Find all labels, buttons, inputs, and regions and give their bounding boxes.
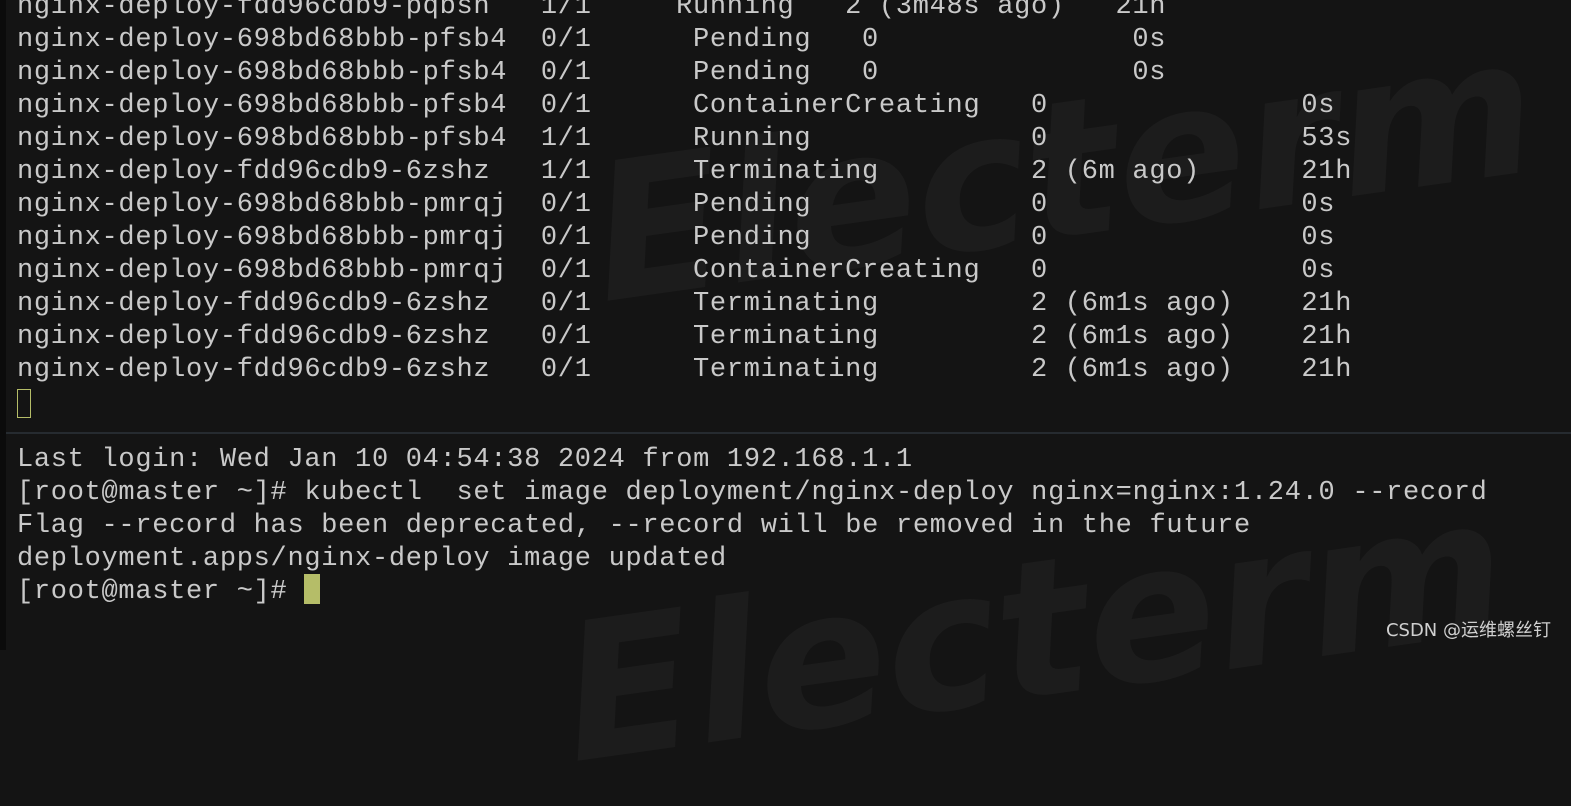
pod-ready: 1/1 bbox=[540, 0, 592, 22]
pod-restarts: 0 bbox=[1031, 91, 1048, 121]
pod-restarts: 0 bbox=[1031, 190, 1048, 220]
pod-status: ContainerCreating bbox=[693, 256, 981, 286]
pod-name: nginx-deploy-fdd96cdb9-6zshz bbox=[17, 322, 491, 352]
pod-age: 21h bbox=[1301, 157, 1353, 187]
pod-status: ContainerCreating bbox=[693, 91, 981, 121]
pod-name: nginx-deploy-698bd68bbb-pfsb4 bbox=[17, 25, 508, 55]
pod-status: Pending bbox=[693, 25, 812, 55]
pod-name: nginx-deploy-fdd96cdb9-6zshz bbox=[17, 355, 491, 385]
pod-age: 0s bbox=[1132, 25, 1167, 55]
command-line: [root@master ~]# kubectl set image deplo… bbox=[17, 477, 1488, 510]
pod-name: nginx-deploy-698bd68bbb-pfsb4 bbox=[17, 124, 508, 154]
command-text: kubectl set image deployment/nginx-deplo… bbox=[304, 478, 1488, 508]
pod-name: nginx-deploy-698bd68bbb-pfsb4 bbox=[17, 91, 508, 121]
pod-status: Terminating bbox=[693, 355, 879, 385]
prompt: [root@master ~]# bbox=[17, 577, 305, 607]
pod-restarts: 2 (6m1s ago) bbox=[1031, 355, 1234, 385]
pod-status: Running bbox=[676, 0, 795, 22]
pod-ready: 0/1 bbox=[540, 58, 592, 88]
pod-status: Terminating bbox=[693, 157, 879, 187]
pod-ready: 0/1 bbox=[540, 91, 592, 121]
pod-ready: 0/1 bbox=[540, 355, 592, 385]
pod-age: 21h bbox=[1301, 289, 1353, 319]
pod-name: nginx-deploy-fdd96cdb9-6zshz bbox=[17, 157, 491, 187]
pod-name: nginx-deploy-698bd68bbb-pfsb4 bbox=[17, 58, 508, 88]
pod-age: 0s bbox=[1301, 223, 1336, 253]
pod-restarts: 0 bbox=[1031, 223, 1048, 253]
pod-ready: 0/1 bbox=[540, 256, 592, 286]
pod-name: nginx-deploy-698bd68bbb-pmrqj bbox=[17, 256, 508, 286]
pod-restarts: 2 (3m48s ago) bbox=[845, 0, 1065, 22]
pod-age: 21h bbox=[1115, 0, 1167, 22]
pod-restarts: 2 (6m ago) bbox=[1031, 157, 1201, 187]
output-line: Flag --record has been deprecated, --rec… bbox=[17, 511, 1251, 541]
last-login-line: Last login: Wed Jan 10 04:54:38 2024 fro… bbox=[17, 445, 913, 475]
pod-status: Pending bbox=[693, 223, 812, 253]
pod-name: nginx-deploy-fdd96cdb9-6zshz bbox=[17, 289, 491, 319]
pod-name: nginx-deploy-698bd68bbb-pmrqj bbox=[17, 223, 508, 253]
inactive-cursor bbox=[17, 389, 31, 418]
pod-ready: 0/1 bbox=[540, 25, 592, 55]
pod-age: 53s bbox=[1301, 124, 1353, 154]
pod-age: 21h bbox=[1301, 322, 1353, 352]
pod-ready: 0/1 bbox=[540, 289, 592, 319]
pod-age: 0s bbox=[1132, 58, 1167, 88]
active-cursor bbox=[304, 573, 321, 604]
pod-restarts: 2 (6m1s ago) bbox=[1031, 322, 1234, 352]
csdn-watermark: CSDN @运维螺丝钉 bbox=[1385, 620, 1551, 641]
pod-status: Terminating bbox=[693, 289, 879, 319]
pod-name: nginx-deploy-698bd68bbb-pmrqj bbox=[17, 190, 508, 220]
pod-restarts: 0 bbox=[1031, 256, 1048, 286]
pod-ready: 1/1 bbox=[540, 157, 592, 187]
pod-status: Pending bbox=[693, 190, 812, 220]
pod-age: 0s bbox=[1301, 190, 1336, 220]
pod-status: Running bbox=[693, 124, 812, 154]
pod-age: 0s bbox=[1301, 91, 1336, 121]
pod-restarts: 2 (6m1s ago) bbox=[1031, 289, 1234, 319]
prompt: [root@master ~]# bbox=[17, 478, 305, 508]
pod-age: 0s bbox=[1301, 256, 1336, 286]
pod-status: Pending bbox=[693, 58, 812, 88]
terminal-pane-bottom[interactable]: Last login: Wed Jan 10 04:54:38 2024 fro… bbox=[6, 434, 1571, 650]
pod-name: nginx-deploy-fdd96cdb9-pqbsh bbox=[17, 0, 491, 22]
terminal-pane-top[interactable]: nginx-deploy-fdd96cdb9-pqbsh 1/1 Running 2 … bbox=[6, 0, 1571, 432]
pod-status: Terminating bbox=[693, 322, 879, 352]
pod-ready: 0/1 bbox=[540, 223, 592, 253]
pod-age: 21h bbox=[1301, 355, 1353, 385]
pod-ready: 0/1 bbox=[540, 322, 592, 352]
output-line: deployment.apps/nginx-deploy image updat… bbox=[17, 544, 727, 574]
pod-restarts: 0 bbox=[1031, 124, 1048, 154]
pod-ready: 0/1 bbox=[540, 190, 592, 220]
active-prompt-line[interactable]: [root@master ~]# bbox=[17, 573, 321, 609]
pod-restarts: 0 bbox=[862, 58, 879, 88]
pod-restarts: 0 bbox=[862, 25, 879, 55]
pod-ready: 1/1 bbox=[540, 124, 592, 154]
